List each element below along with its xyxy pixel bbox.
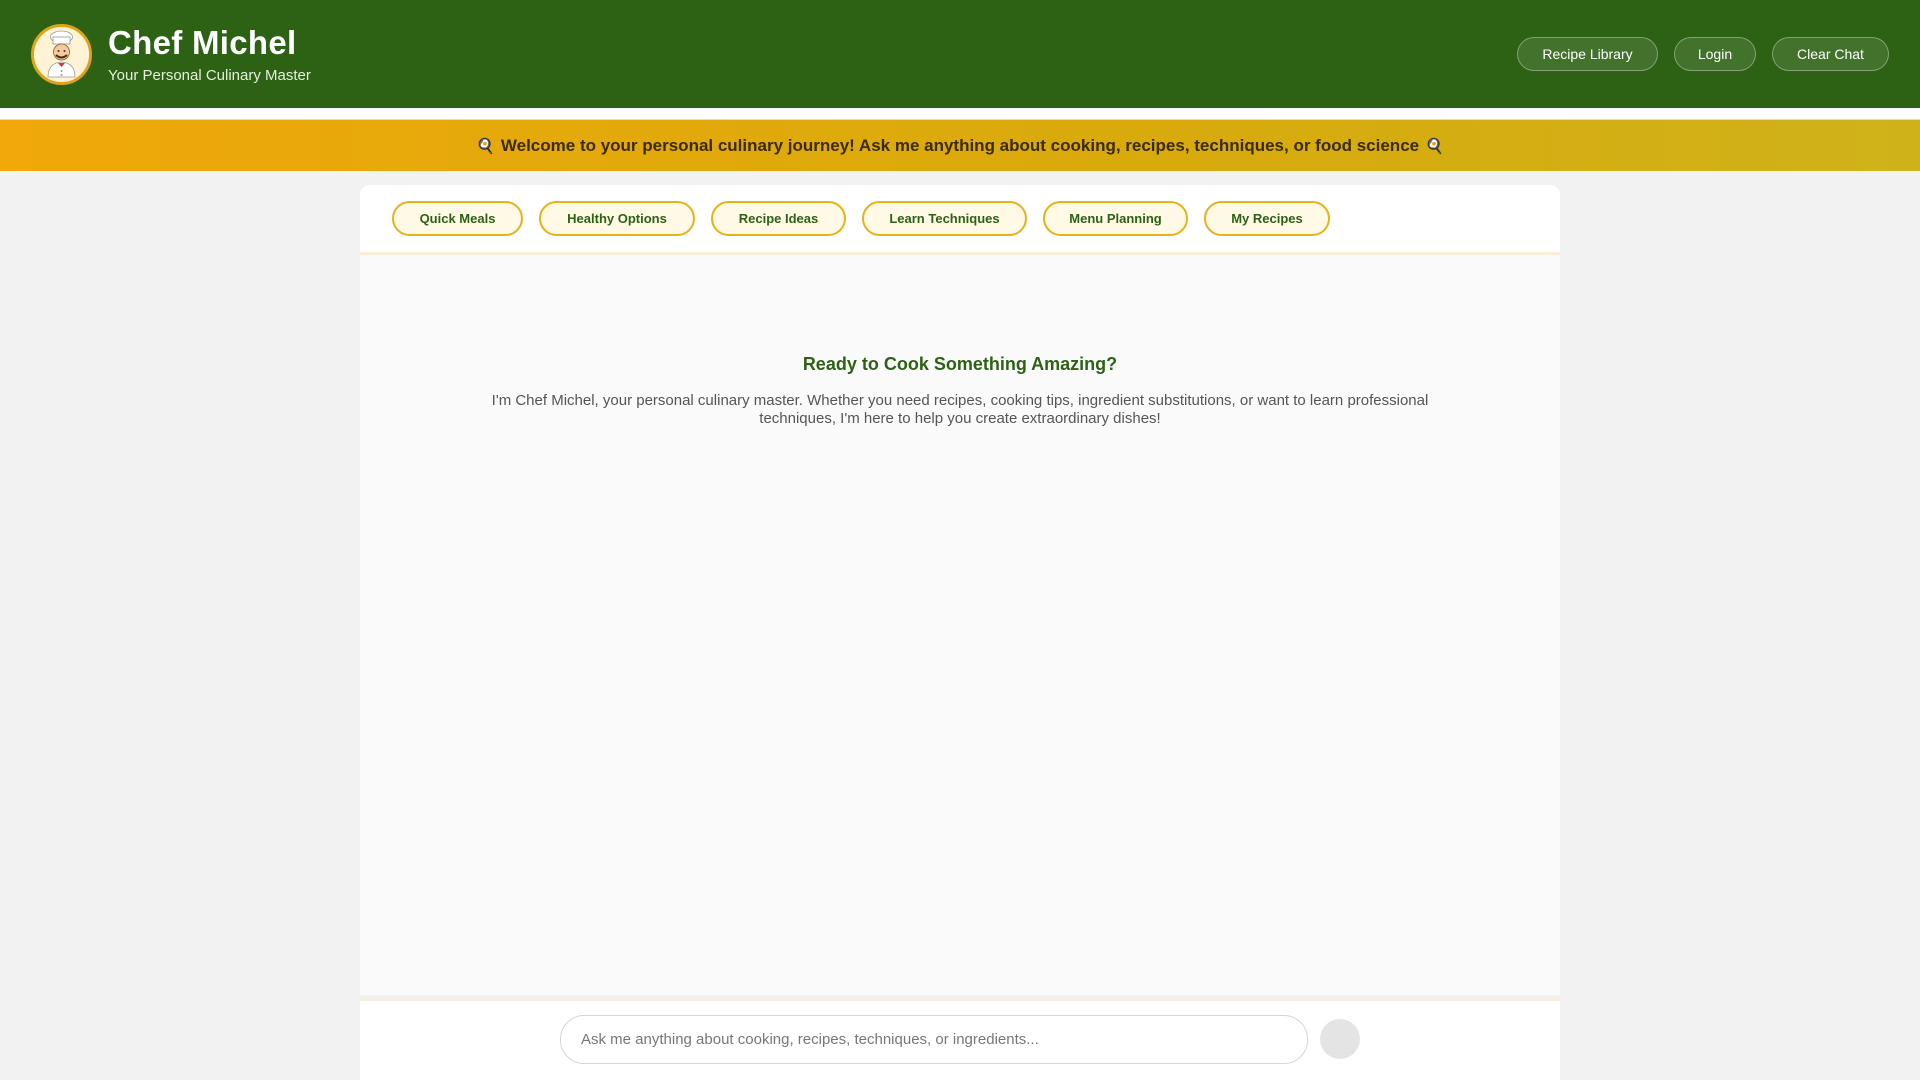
quick-meals-button[interactable]: Quick Meals [392,201,523,236]
header-divider [0,108,1920,120]
recipe-library-button[interactable]: Recipe Library [1517,37,1658,71]
recipe-ideas-button[interactable]: Recipe Ideas [711,201,846,236]
my-recipes-button[interactable]: My Recipes [1204,201,1330,236]
quick-actions-bar: Quick Meals Healthy Options Recipe Ideas… [360,185,1560,255]
welcome-message: I'm Chef Michel, your personal culinary … [491,392,1429,427]
chat-input[interactable] [560,1015,1308,1064]
healthy-options-button[interactable]: Healthy Options [539,201,695,236]
clear-chat-button[interactable]: Clear Chat [1772,37,1889,71]
learn-techniques-button[interactable]: Learn Techniques [862,201,1027,236]
frying-pan-icon: 🍳 [476,137,495,155]
chat-input-area [360,997,1560,1080]
send-button[interactable] [1320,1019,1360,1059]
menu-planning-button[interactable]: Menu Planning [1043,201,1188,236]
app-title: Chef Michel [108,24,297,61]
chef-icon [34,27,89,82]
app-subtitle: Your Personal Culinary Master [108,67,311,84]
frying-pan-icon: 🍳 [1425,137,1444,155]
welcome-banner: 🍳 Welcome to your personal culinary jour… [0,120,1920,171]
chat-panel: Quick Meals Healthy Options Recipe Ideas… [360,185,1560,995]
app-header: Chef Michel Your Personal Culinary Maste… [0,0,1920,108]
welcome-title: Ready to Cook Something Amazing? [802,354,1118,374]
login-button[interactable]: Login [1674,37,1756,71]
banner-text: Welcome to your personal culinary journe… [500,135,1420,155]
chef-avatar [31,24,92,85]
